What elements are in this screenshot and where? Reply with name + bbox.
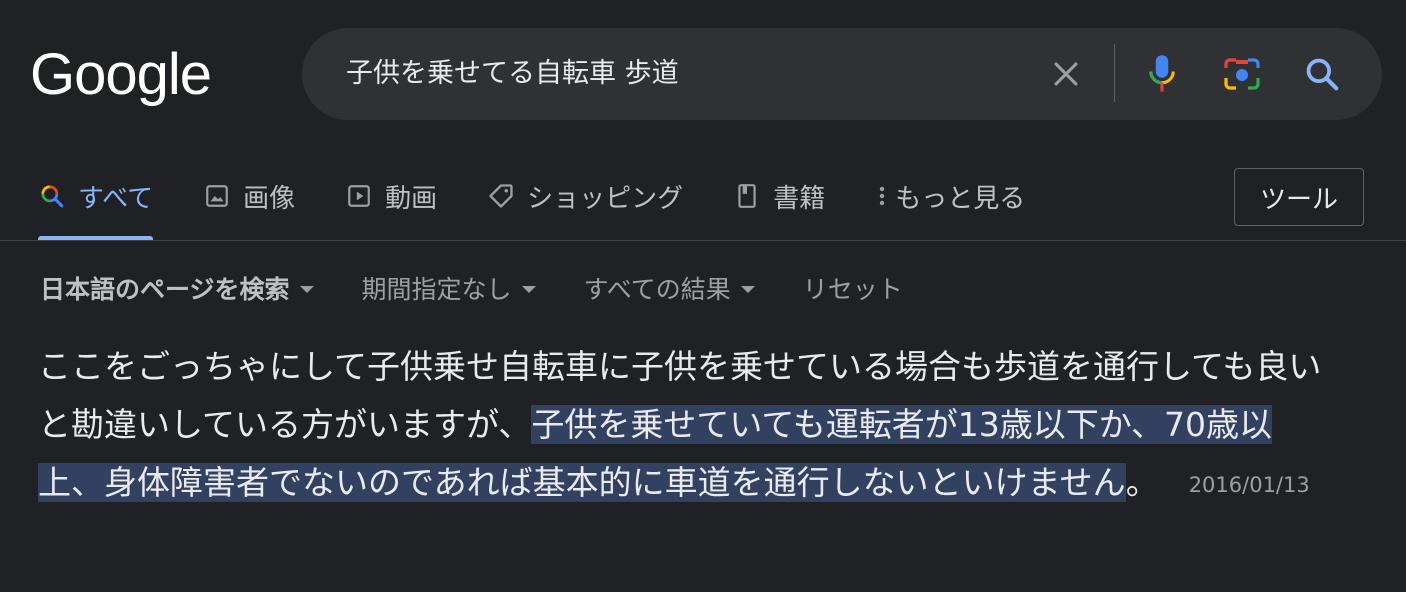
tab-images[interactable]: 画像 [203,166,295,226]
tools-button[interactable]: ツール [1234,168,1364,226]
caret-down-icon [740,285,755,293]
caret-down-icon [299,285,314,293]
search-results-page: Google 子供を乗せてる自転車 歩道 すべて 画像 動画 ショッピング 書籍… [0,0,1406,592]
google-logo[interactable]: Google [30,40,212,110]
search-icon [38,182,66,210]
tab-label: 画像 [243,183,296,214]
video-icon [345,182,373,210]
tab-label: ショッピング [527,183,684,214]
caret-down-icon [521,285,536,293]
tab-videos[interactable]: 動画 [345,166,437,226]
camera-lens-icon[interactable] [1222,54,1262,94]
tab-books[interactable]: 書籍 [733,166,825,226]
book-icon [733,182,761,210]
filter-label: リセット [802,275,903,304]
filter-period[interactable]: 期間指定なし [362,270,536,306]
image-icon [203,182,231,210]
search-box [302,28,1382,120]
search-input[interactable] [346,53,1026,95]
more-vert-icon [875,182,889,210]
filter-label: すべての結果 [583,275,731,304]
tab-all[interactable]: すべて [38,166,154,241]
search-filters: 日本語のページを検索 期間指定なし すべての結果 リセット [40,266,951,310]
tab-label: もっと見る [895,183,1026,214]
tab-more[interactable]: もっと見る [875,166,1025,226]
snippet-date: 2016/01/13 [1188,473,1310,497]
clear-icon[interactable] [1046,54,1086,94]
search-submit-icon[interactable] [1302,54,1342,94]
filter-label: 日本語のページを検索 [40,275,290,304]
tag-icon [487,182,515,210]
search-tabs: すべて 画像 動画 ショッピング 書籍 もっと見る [38,166,1075,242]
tab-shopping[interactable]: ショッピング [487,166,683,226]
filter-label: 期間指定なし [361,275,512,304]
featured-snippet: ここをごっちゃにして子供乗せ自転車に子供を乗せている場合も歩道を通行しても良いと… [38,338,1338,514]
tab-label: 書籍 [773,183,826,214]
mic-icon[interactable] [1142,54,1182,94]
filter-language[interactable]: 日本語のページを検索 [40,270,314,306]
tab-label: すべて [78,183,154,214]
tab-label: 動画 [385,183,438,214]
search-box-divider [1114,44,1115,102]
tabs-divider [0,240,1406,241]
filter-results[interactable]: すべての結果 [584,270,755,306]
snippet-text-end: 。 [1125,463,1159,502]
filter-reset[interactable]: リセット [803,270,903,306]
